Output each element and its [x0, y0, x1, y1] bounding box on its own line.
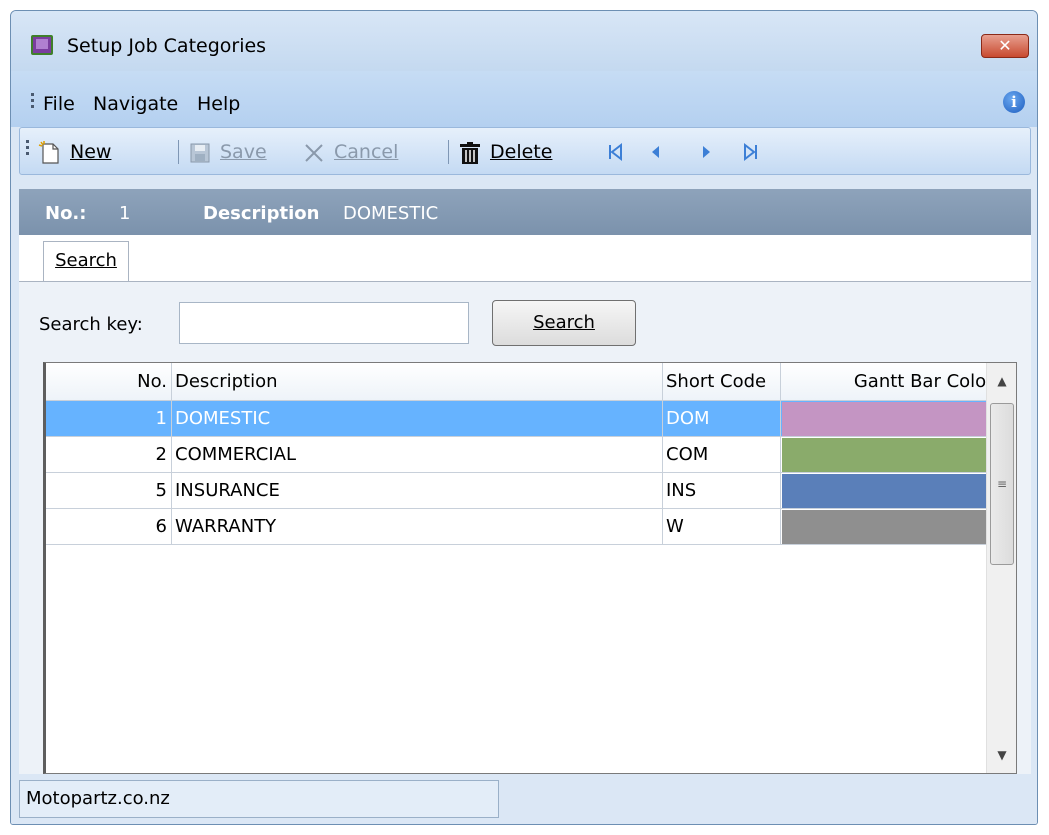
new-document-icon [38, 140, 62, 165]
table-row[interactable]: 5 INSURANCE INS [46, 473, 1013, 509]
info-icon[interactable]: i [1003, 91, 1025, 113]
cell-description: DOMESTIC [172, 401, 663, 437]
delete-button[interactable]: Delete [458, 138, 552, 166]
new-button[interactable]: New [38, 138, 111, 166]
save-button[interactable]: Save [188, 138, 267, 166]
toolbar-separator [448, 140, 449, 164]
last-record-icon[interactable] [740, 142, 760, 162]
content-area: Search Search key: Search No. Descriptio… [19, 235, 1031, 774]
scroll-down-arrow-icon[interactable]: ▼ [987, 737, 1017, 773]
cell-gantt-colour-swatch [782, 474, 1012, 508]
table-row[interactable]: 2 COMMERCIAL COM [46, 437, 1013, 473]
record-no-label: No.: [45, 203, 87, 224]
new-button-label: New [70, 141, 112, 163]
cell-description: INSURANCE [172, 473, 663, 509]
menu-bar: File Navigate Help i [11, 71, 1037, 127]
close-button[interactable]: ✕ [981, 34, 1029, 58]
toolbar-separator [178, 140, 179, 164]
search-panel: Search key: Search No. Description Short… [19, 282, 1031, 774]
cell-no: 6 [46, 509, 172, 545]
record-description-value: DOMESTIC [343, 203, 439, 224]
column-header-description[interactable]: Description [172, 363, 663, 400]
column-header-short-code[interactable]: Short Code [663, 363, 781, 400]
cell-description: WARRANTY [172, 509, 663, 545]
table-row[interactable]: 1 DOMESTIC DOM [46, 401, 1013, 437]
status-text: Motopartz.co.nz [19, 780, 499, 818]
menu-grip-icon [31, 93, 34, 111]
column-header-gantt-bar-colour[interactable]: Gantt Bar Colour [781, 363, 1011, 400]
cell-short-code: COM [663, 437, 781, 473]
record-header: No.: 1 Description DOMESTIC [19, 189, 1031, 235]
delete-button-label: Delete [490, 141, 553, 163]
cancel-button[interactable]: Cancel [302, 138, 398, 166]
app-icon [31, 35, 53, 55]
search-key-label: Search key: [39, 314, 143, 335]
job-categories-grid: No. Description Short Code Gantt Bar Col… [43, 362, 1017, 774]
save-button-label: Save [220, 141, 267, 163]
window-title: Setup Job Categories [67, 35, 267, 57]
cell-gantt-colour-swatch [782, 438, 1012, 472]
column-header-no[interactable]: No. [46, 363, 172, 400]
scroll-thumb[interactable]: ≡ [990, 403, 1014, 565]
search-key-input[interactable] [179, 302, 469, 344]
floppy-disk-icon [188, 141, 212, 165]
cell-no: 5 [46, 473, 172, 509]
record-no-value: 1 [119, 203, 131, 224]
cell-description: COMMERCIAL [172, 437, 663, 473]
cancel-x-icon [302, 141, 326, 165]
cell-gantt-colour-swatch [782, 510, 1012, 544]
search-button[interactable]: Search [492, 300, 636, 346]
cell-gantt-colour-swatch [782, 402, 1012, 436]
cell-no: 2 [46, 437, 172, 473]
title-bar: Setup Job Categories ✕ [11, 11, 1037, 71]
search-button-label: Search [533, 312, 595, 333]
menu-navigate[interactable]: Navigate [93, 93, 178, 115]
grid-header: No. Description Short Code Gantt Bar Col… [46, 363, 1013, 401]
trash-can-icon [458, 141, 482, 165]
first-record-icon[interactable] [606, 142, 626, 162]
tab-search-label: Search [55, 250, 117, 271]
setup-job-categories-window: Setup Job Categories ✕ File Navigate Hel… [10, 10, 1038, 825]
record-description-label: Description [203, 203, 320, 224]
cell-short-code: W [663, 509, 781, 545]
table-row[interactable]: 6 WARRANTY W [46, 509, 1013, 545]
close-icon: ✕ [998, 36, 1012, 55]
scroll-up-arrow-icon[interactable]: ▲ [987, 363, 1017, 399]
cell-no: 1 [46, 401, 172, 437]
cancel-button-label: Cancel [334, 141, 399, 163]
toolbar: New Save Cancel Delete [19, 127, 1031, 175]
next-record-icon[interactable] [696, 142, 716, 162]
tab-search[interactable]: Search [43, 241, 129, 281]
grid-vertical-scrollbar[interactable]: ▲ ≡ ▼ [986, 363, 1016, 773]
cell-short-code: DOM [663, 401, 781, 437]
cell-short-code: INS [663, 473, 781, 509]
previous-record-icon[interactable] [646, 142, 666, 162]
menu-help[interactable]: Help [197, 93, 240, 115]
menu-file[interactable]: File [43, 93, 75, 115]
toolbar-grip-icon [26, 140, 29, 158]
status-bar: Motopartz.co.nz [11, 774, 1037, 824]
